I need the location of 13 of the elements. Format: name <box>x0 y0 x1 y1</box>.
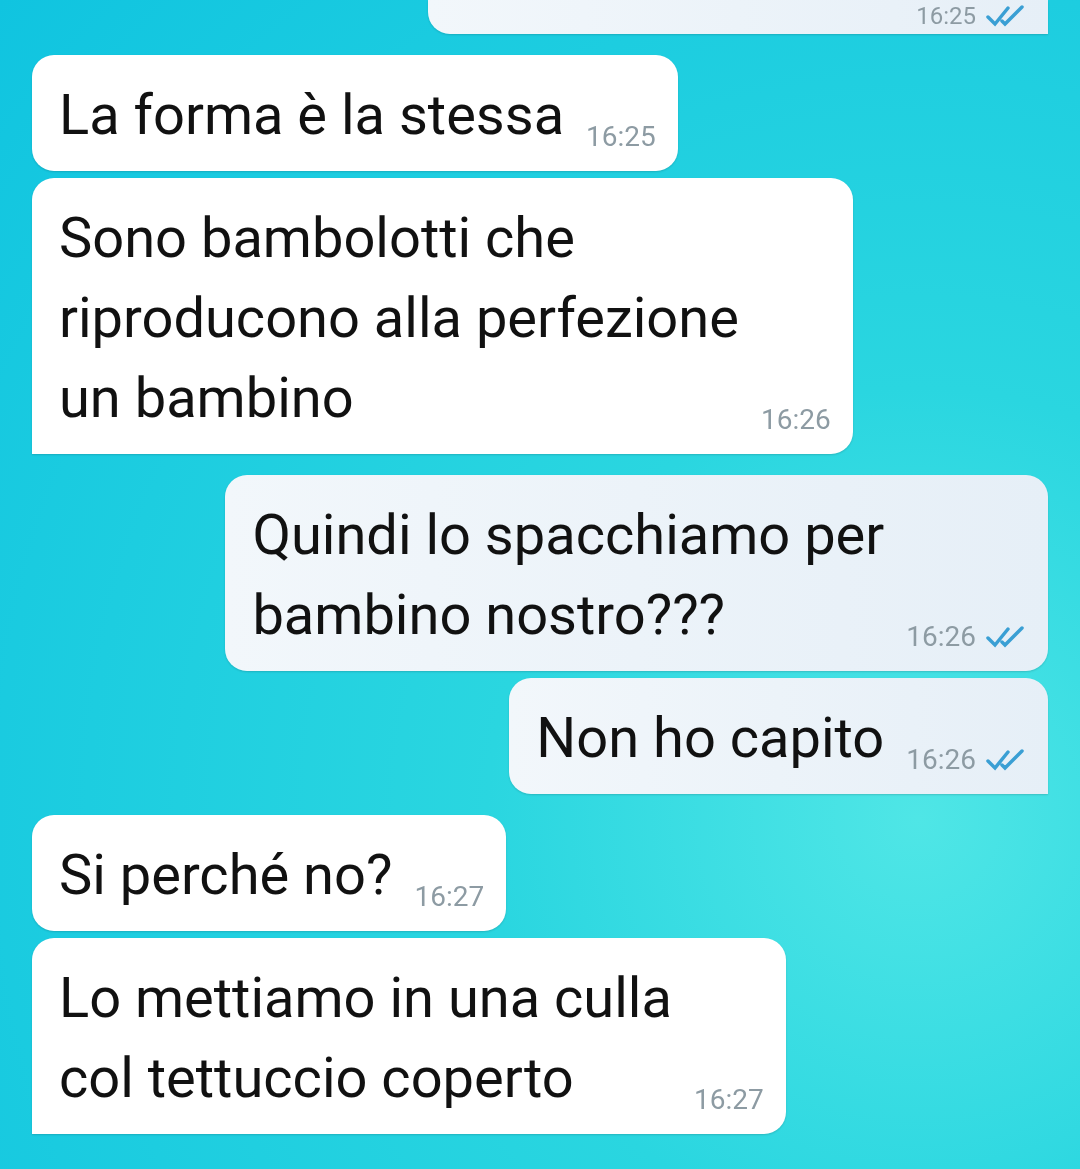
message-text: Sono bambolotti che riproducono alla perfezione un bambino <box>59 204 739 433</box>
message-text: Quindi lo spacchiamo per bambino nostro??? <box>252 501 885 650</box>
message-text: La forma è la stessa <box>59 81 565 150</box>
message-time: 16:27 <box>693 1083 764 1116</box>
message-time: 16:25 <box>916 2 976 30</box>
message-time: 16:25 <box>586 120 656 153</box>
message-time: 16:26 <box>906 620 976 653</box>
message-time: 16:26 <box>906 743 976 776</box>
message-text: Lo mettiamo in una culla col tettuccio coperto <box>59 964 672 1113</box>
message-text: Non ho capito <box>536 704 885 773</box>
message-time: 16:26 <box>760 403 831 436</box>
message-time: 16:27 <box>414 880 485 913</box>
message-text: Si perché no? <box>59 841 393 910</box>
